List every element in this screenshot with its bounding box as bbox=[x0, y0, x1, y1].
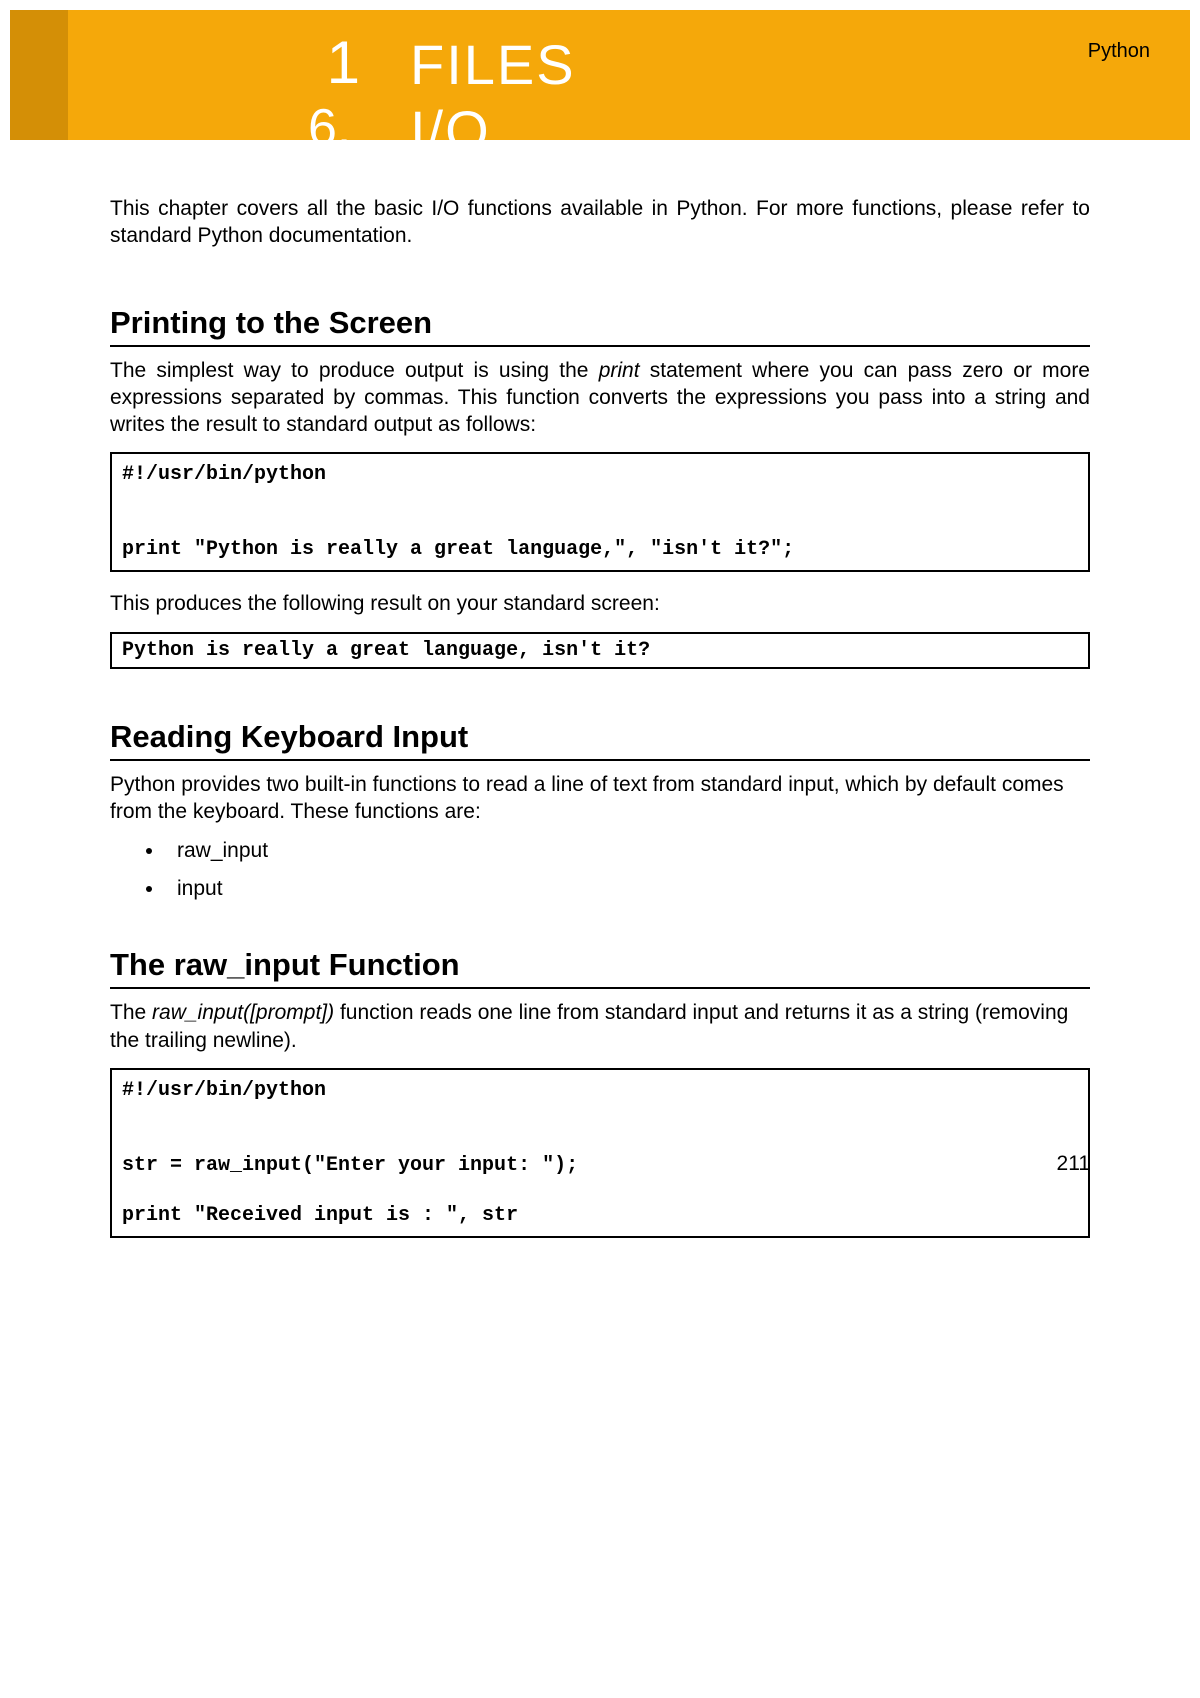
section-heading-printing: Printing to the Screen bbox=[110, 305, 1090, 347]
section-heading-reading: Reading Keyboard Input bbox=[110, 719, 1090, 761]
function-list: raw_input input bbox=[165, 839, 1090, 901]
section-heading-rawinput: The raw_input Function bbox=[110, 947, 1090, 989]
chapter-number-part1: 1 bbox=[320, 28, 360, 97]
page-content: This chapter covers all the basic I/O fu… bbox=[110, 195, 1090, 1256]
language-label: Python bbox=[1088, 40, 1150, 63]
intro-paragraph: This chapter covers all the basic I/O fu… bbox=[110, 195, 1090, 250]
code-block-print: #!/usr/bin/python print "Python is reall… bbox=[110, 452, 1090, 572]
chapter-number-part2: 6. bbox=[308, 98, 351, 140]
text: The simplest way to produce output is us… bbox=[110, 359, 599, 382]
result-intro-text: This produces the following result on yo… bbox=[110, 590, 1090, 617]
rawinput-signature: raw_input([prompt]) bbox=[152, 1001, 334, 1024]
text: The bbox=[110, 1001, 152, 1024]
chapter-title-line1: FILES bbox=[410, 32, 576, 97]
list-item: input bbox=[165, 877, 1090, 901]
reading-paragraph: Python provides two built-in functions t… bbox=[110, 771, 1090, 826]
banner-left-stripe bbox=[10, 10, 68, 140]
code-block-rawinput: #!/usr/bin/python str = raw_input("Enter… bbox=[110, 1068, 1090, 1238]
code-output-block: Python is really a great language, isn't… bbox=[110, 632, 1090, 669]
page-number: 211 bbox=[1057, 1152, 1090, 1176]
rawinput-paragraph: The raw_input([prompt]) function reads o… bbox=[110, 999, 1090, 1054]
printing-paragraph: The simplest way to produce output is us… bbox=[110, 357, 1090, 439]
list-item: raw_input bbox=[165, 839, 1090, 863]
chapter-title-line2: I/O bbox=[410, 98, 491, 140]
chapter-banner: 1 6. FILES I/O Python bbox=[10, 10, 1190, 140]
print-keyword: print bbox=[599, 359, 640, 382]
